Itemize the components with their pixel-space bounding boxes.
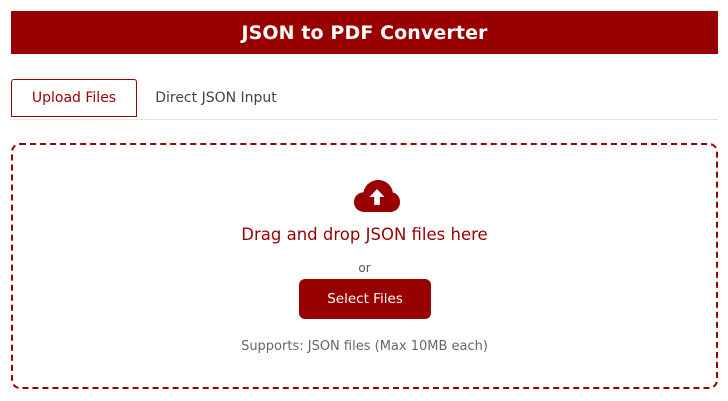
page-title: JSON to PDF Converter (241, 21, 488, 44)
supported-formats-note: Supports: JSON files (Max 10MB each) (241, 339, 488, 354)
tab-upload-files-label: Upload Files (31, 90, 117, 106)
select-files-button[interactable]: Select Files (299, 279, 431, 319)
dropzone-title: Drag and drop JSON files here (241, 225, 488, 244)
tab-direct-json-input-label: Direct JSON Input (155, 90, 277, 106)
cloud-upload-icon (354, 180, 400, 212)
tab-upload-files[interactable]: Upload Files (11, 79, 137, 117)
tab-bar: Upload Files Direct JSON Input (11, 79, 718, 120)
app-header: JSON to PDF Converter (11, 11, 718, 54)
file-dropzone[interactable]: Drag and drop JSON files here or Select … (11, 143, 718, 389)
or-separator: or (358, 261, 371, 275)
page: JSON to PDF Converter Upload Files Direc… (0, 0, 728, 401)
tab-direct-json-input[interactable]: Direct JSON Input (141, 79, 291, 117)
